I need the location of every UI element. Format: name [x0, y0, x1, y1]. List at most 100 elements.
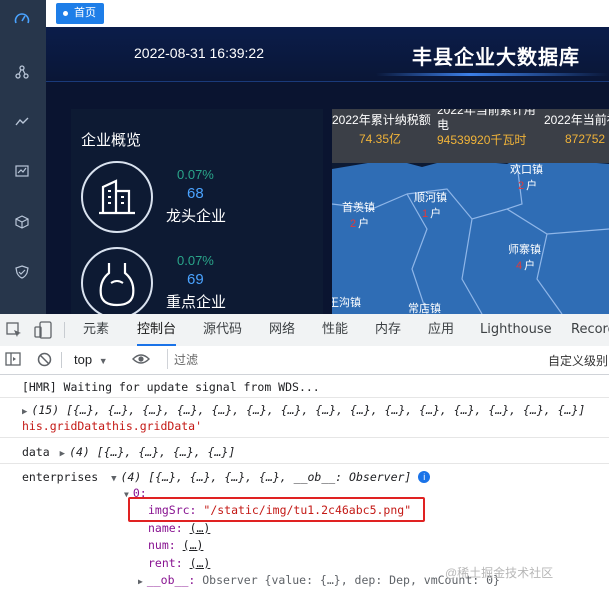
map-region[interactable]: 王沟镇: [332, 294, 361, 310]
live-expression-eye-icon[interactable]: [132, 352, 150, 371]
console-divider: [0, 437, 609, 438]
stat-value: 74.35亿: [359, 132, 402, 146]
overview-label: 龙头企业: [166, 208, 227, 225]
console-divider: [0, 397, 609, 398]
tree-prop-imgsrc[interactable]: imgSrc: "/static/img/tu1.2c46abc5.png": [148, 503, 411, 517]
info-icon[interactable]: i: [418, 471, 431, 483]
region-name: 顺河镇: [414, 192, 447, 204]
custom-levels-dropdown[interactable]: 自定义级别: [548, 352, 608, 369]
console-message-data[interactable]: data ▶ (4) [{…}, {…}, {…}, {…}]: [22, 445, 235, 459]
tree-key: num:: [148, 538, 176, 552]
map-region[interactable]: 常店镇: [408, 300, 441, 314]
cluster-icon[interactable]: [12, 62, 32, 82]
array-preview-tail: Observer]: [349, 470, 412, 484]
console-message-hmr: [HMR] Waiting for update signal from WDS…: [22, 380, 320, 394]
page-tab-bar: 首页: [46, 0, 609, 28]
context-selector[interactable]: top ▼: [74, 352, 108, 367]
tab-lighthouse[interactable]: Lighthouse: [480, 314, 552, 346]
inspect-element-icon[interactable]: [6, 322, 22, 343]
stat-power: 2022年当前累计用电 94539920千瓦时: [437, 109, 545, 148]
watermark: @稀土掘金技术社区: [445, 566, 554, 580]
tab-recorder[interactable]: Recorder: [571, 314, 609, 346]
region-name: 首羡镇: [342, 202, 375, 214]
stat-tax: 2022年累计纳税额 74.35亿: [332, 113, 440, 147]
tree-value[interactable]: (…): [190, 556, 211, 570]
tab-console[interactable]: 控制台: [137, 314, 177, 346]
region-name: 王沟镇: [332, 297, 361, 309]
sidebar-toggle-icon[interactable]: [5, 352, 21, 371]
device-toolbar-icon[interactable]: [34, 321, 52, 344]
county-map: 2022年累计纳税额 74.35亿 2022年当前累计用电 94539920千瓦…: [332, 109, 609, 314]
expand-arrow-icon[interactable]: ▶: [138, 577, 143, 586]
tree-value[interactable]: (…): [183, 538, 204, 552]
region-count: 2: [518, 180, 525, 192]
array-length: (15): [31, 403, 60, 417]
context-selector-value: top: [74, 352, 93, 367]
dropdown-arrow-icon: ▼: [98, 356, 108, 366]
map-region[interactable]: 顺河镇 1户: [414, 189, 447, 221]
tab-home[interactable]: 首页: [56, 3, 104, 24]
expand-arrow-icon[interactable]: ▶: [22, 407, 27, 417]
tree-key: rent:: [148, 556, 183, 570]
array-preview: [{…}, {…}, {…}, {…}, __ob__:: [148, 470, 350, 484]
array-length: (4): [69, 445, 90, 459]
tree-prop-rent[interactable]: rent: (…): [148, 556, 210, 570]
dashboard-panel: 2022-08-31 16:39:22 丰县企业大数据库 企业概览 0.07% …: [46, 27, 609, 314]
tree-prop-num[interactable]: num: (…): [148, 538, 203, 552]
toolbar-divider: [61, 352, 62, 368]
tab-elements[interactable]: 元素: [83, 314, 109, 346]
chart-icon[interactable]: [12, 161, 32, 181]
tree-value: "/static/img/tu1.2c46abc5.png": [203, 503, 412, 517]
region-count: 4: [516, 260, 523, 272]
collapse-arrow-icon[interactable]: ▼: [111, 474, 116, 484]
overview-item-leading[interactable]: 0.07% 68 龙头企业: [81, 161, 321, 241]
overview-num: 68: [187, 185, 204, 202]
stat-label: 2022年累计纳税额: [332, 113, 431, 127]
tab-application[interactable]: 应用: [428, 314, 454, 346]
stats-bar: 2022年累计纳税额 74.35亿 2022年当前累计用电 94539920千瓦…: [332, 109, 609, 163]
app-sidebar: [0, 0, 46, 314]
region-unit: 户: [358, 218, 370, 230]
stat-social: 2022年当前社保人 872752: [544, 113, 609, 147]
tree-key: __ob__:: [146, 573, 196, 587]
tree-prop-name[interactable]: name: (…): [148, 521, 210, 535]
dashboard-title: 丰县企业大数据库: [412, 45, 580, 69]
tab-memory[interactable]: 内存: [375, 314, 401, 346]
region-count: 1: [422, 208, 429, 220]
stat-value: 872752: [565, 132, 606, 146]
tab-network[interactable]: 网络: [269, 314, 295, 346]
cube-icon[interactable]: [12, 212, 32, 232]
toolbar-divider: [64, 322, 65, 338]
dashboard-icon[interactable]: [12, 8, 32, 28]
region-name: 常店镇: [408, 303, 441, 314]
overview-item-key[interactable]: 0.07% 69 重点企业: [81, 247, 321, 314]
map-region[interactable]: 师寨镇 4户: [508, 241, 541, 273]
console-message-array[interactable]: ▶ (15) [{…}, {…}, {…}, {…}, {…}, {…}, {…}…: [22, 403, 585, 417]
tree-key: imgSrc:: [148, 503, 197, 517]
datetime-label: 2022-08-31 16:39:22: [134, 45, 264, 61]
tab-performance[interactable]: 性能: [322, 314, 348, 346]
map-region[interactable]: 首羡镇 2户: [342, 199, 375, 231]
map-region[interactable]: 欢口镇 2户: [510, 161, 543, 193]
enterprise-overview: 企业概览 0.07% 68 龙头企业 0.07% 69 重点企业: [71, 109, 323, 314]
shield-icon[interactable]: [12, 262, 32, 282]
array-preview: [{…}, {…}, {…}, {…}]: [96, 445, 236, 459]
tree-value[interactable]: (…): [190, 521, 211, 535]
active-dot-icon: [63, 11, 68, 16]
expand-arrow-icon[interactable]: ▶: [60, 449, 65, 459]
region-unit: 户: [430, 208, 442, 220]
overview-label: 重点企业: [166, 294, 227, 311]
array-preview: [{…}, {…}, {…}, {…}, {…}, {…}, {…}, {…},…: [66, 403, 586, 417]
console-divider: [0, 463, 609, 464]
filter-placeholder: 过滤: [174, 353, 199, 367]
header-glow-line: [376, 73, 609, 76]
region-count: 2: [350, 218, 357, 230]
console-message-enterprises[interactable]: enterprises ▼ (4) [{…}, {…}, {…}, {…}, __…: [22, 470, 431, 484]
console-filter-input[interactable]: 过滤: [167, 349, 540, 369]
stat-value: 94539920千瓦时: [437, 133, 527, 147]
clear-console-icon[interactable]: [37, 352, 52, 372]
tab-sources[interactable]: 源代码: [203, 314, 242, 346]
region-unit: 户: [526, 180, 538, 192]
region-name: 师寨镇: [508, 244, 541, 256]
trend-icon[interactable]: [12, 112, 32, 132]
